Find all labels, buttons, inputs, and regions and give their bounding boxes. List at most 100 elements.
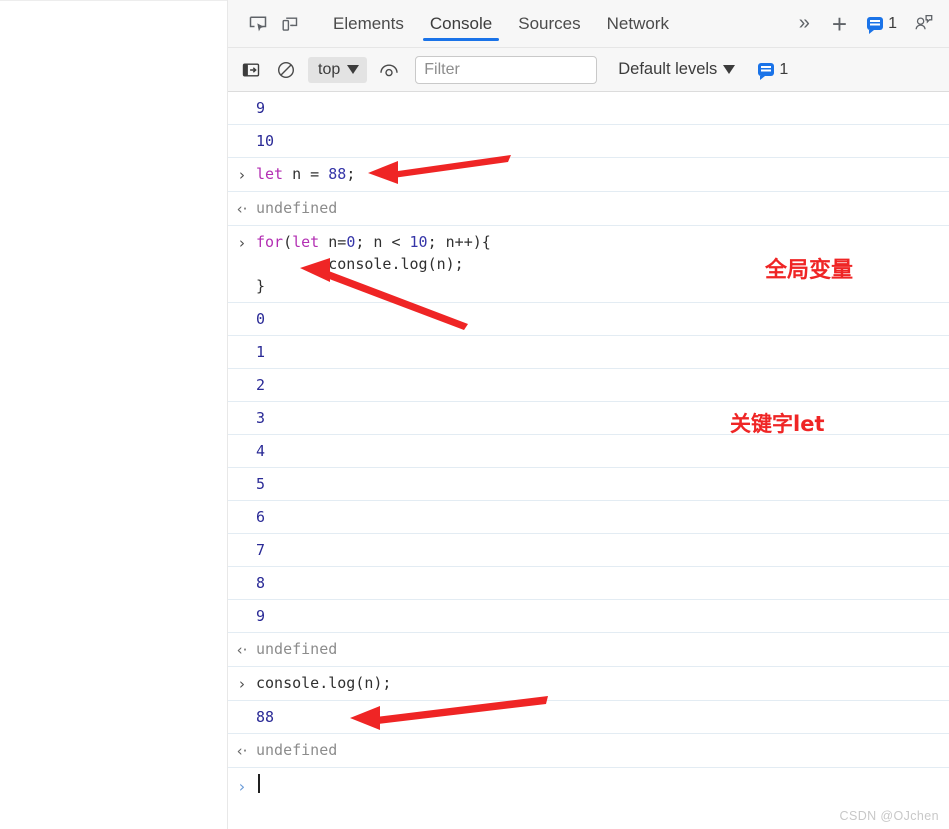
page-viewport <box>0 0 228 829</box>
console-row-text: undefined <box>256 640 338 658</box>
output-marker <box>228 706 256 707</box>
console-row-text: 0 <box>256 310 266 328</box>
console-row-text: 10 <box>256 132 275 150</box>
code-token-kw: for <box>256 233 284 251</box>
console-row-output: 2 <box>228 369 949 402</box>
devtools-tabs: Elements Console Sources Network <box>320 0 682 48</box>
code-token-pl: ; n < <box>355 233 410 251</box>
output-marker <box>228 374 256 375</box>
console-sidebar-icon[interactable] <box>236 55 266 85</box>
console-row-text: 2 <box>256 376 266 394</box>
input-marker-icon: › <box>228 231 256 254</box>
clear-console-icon[interactable] <box>271 55 301 85</box>
tab-console-label: Console <box>429 13 493 33</box>
row-marker: ‹· <box>236 742 248 760</box>
text-caret <box>258 774 260 793</box>
console-row-output: 88 <box>228 701 949 734</box>
output-marker <box>228 308 256 309</box>
tab-network-label: Network <box>606 13 669 33</box>
filterbar-message-count-badge[interactable]: 1 <box>758 60 789 80</box>
csdn-watermark: CSDN @OJchen <box>839 809 939 823</box>
console-prompt-row[interactable]: › <box>228 768 949 804</box>
result-marker-icon: ‹· <box>228 739 256 762</box>
tab-console[interactable]: Console <box>417 0 505 48</box>
log-levels-dropdown[interactable]: Default levels <box>618 60 736 79</box>
console-row-text: undefined <box>256 741 338 759</box>
console-row-output: 7 <box>228 534 949 567</box>
console-row-text: 7 <box>256 541 266 559</box>
console-row-text: 3 <box>256 409 266 427</box>
console-row-result: ‹· undefined <box>228 192 949 226</box>
prompt-marker: › <box>238 776 246 796</box>
tab-elements-label: Elements <box>333 13 404 33</box>
tab-network[interactable]: Network <box>594 0 682 48</box>
live-expression-icon[interactable] <box>374 55 404 85</box>
result-marker-icon: ‹· <box>228 197 256 220</box>
console-log-area[interactable]: 9 10 › let n = 88; ‹· undefined › for(let n=0; … <box>228 92 949 829</box>
console-row-text: 4 <box>256 442 266 460</box>
console-prompt-input[interactable] <box>256 774 949 798</box>
row-marker: › <box>239 675 245 693</box>
user-feedback-icon[interactable] <box>907 8 939 40</box>
code-token-kw: let <box>292 233 320 251</box>
filter-input[interactable] <box>415 55 598 84</box>
console-row-text: 1 <box>256 343 266 361</box>
console-row-output: 10 <box>228 125 949 158</box>
console-filter-toolbar: top Default levels 1 <box>228 48 949 92</box>
execution-context-dropdown[interactable]: top <box>308 56 368 83</box>
output-marker <box>228 572 256 573</box>
tab-sources[interactable]: Sources <box>505 0 593 48</box>
console-row-input: › console.log(n); <box>228 667 949 701</box>
tab-elements[interactable]: Elements <box>320 0 417 48</box>
device-toolbar-icon[interactable] <box>274 8 306 40</box>
console-row-text: let n = 88; <box>256 163 949 185</box>
console-row-output: 1 <box>228 336 949 369</box>
tab-sources-label: Sources <box>518 13 581 33</box>
console-row-output: 5 <box>228 468 949 501</box>
console-row-output: 3 <box>228 402 949 435</box>
code-token-pl: ; <box>346 165 356 183</box>
console-row-text: 9 <box>256 99 266 117</box>
output-marker <box>228 506 256 507</box>
output-marker <box>228 605 256 606</box>
console-row-text: 6 <box>256 508 266 526</box>
chevron-down-icon <box>347 65 360 74</box>
message-bubble-icon <box>867 17 884 34</box>
message-bubble-icon <box>758 63 775 80</box>
console-row-output: 4 <box>228 435 949 468</box>
console-row-output: 6 <box>228 501 949 534</box>
console-row-text: undefined <box>256 199 338 217</box>
prompt-chevron-icon: › <box>228 777 256 796</box>
code-token-pl: n = <box>283 165 329 183</box>
chevron-down-icon <box>723 65 736 74</box>
row-marker: ‹· <box>236 641 248 659</box>
tabbar-actions: » + 1 <box>791 8 943 40</box>
log-levels-label: Default levels <box>618 60 718 78</box>
input-marker-icon: › <box>228 163 256 186</box>
code-token-kw: let <box>256 165 284 183</box>
console-row-input: › for(let n=0; n < 10; n++){ console.log(… <box>228 226 949 303</box>
console-row-result: ‹· undefined <box>228 734 949 768</box>
input-marker-icon: › <box>228 672 256 695</box>
message-count-label: 1 <box>888 14 897 32</box>
code-token-pl: console.log(n); <box>256 674 392 692</box>
console-row-result: ‹· undefined <box>228 633 949 667</box>
output-marker <box>228 341 256 342</box>
add-tab-button[interactable]: + <box>822 11 857 37</box>
devtools-screenshot: Elements Console Sources Network » + 1 t… <box>0 0 949 829</box>
console-row-output: 9 <box>228 600 949 633</box>
console-row-text: 9 <box>256 607 266 625</box>
console-row-text: 5 <box>256 475 266 493</box>
devtools-tabbar: Elements Console Sources Network » + 1 <box>228 0 949 48</box>
code-token-pl: n= <box>319 233 347 251</box>
message-count-badge[interactable]: 1 <box>861 14 903 34</box>
console-row-text: console.log(n); <box>256 672 949 694</box>
more-tabs-icon[interactable]: » <box>791 12 818 35</box>
code-token-num: 10 <box>409 233 428 251</box>
row-marker: › <box>239 234 245 252</box>
output-marker <box>228 473 256 474</box>
inspect-element-icon[interactable] <box>242 8 274 40</box>
devtools-panel: Elements Console Sources Network » + 1 t… <box>228 0 949 829</box>
output-marker <box>228 539 256 540</box>
filterbar-message-count-label: 1 <box>779 60 789 78</box>
